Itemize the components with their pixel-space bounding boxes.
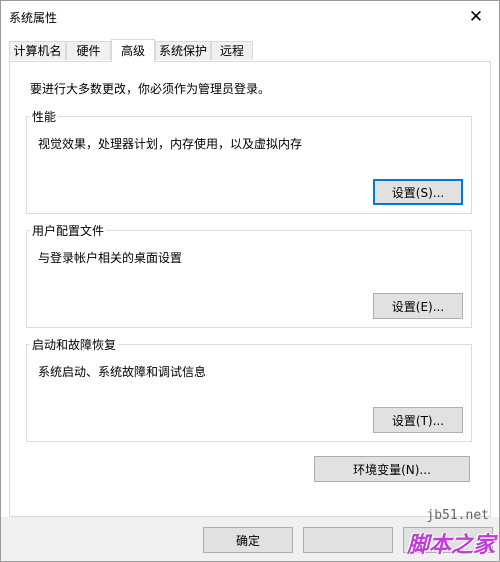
startup-recovery-description: 系统启动、系统故障和调试信息 [38, 365, 207, 379]
performance-group: 性能 视觉效果，处理器计划，内存使用，以及虚拟内存 设置(S)... [26, 108, 472, 214]
performance-description: 视觉效果，处理器计划，内存使用，以及虚拟内存 [38, 137, 303, 151]
startup-recovery-group-title: 启动和故障恢复 [30, 336, 119, 353]
environment-variables-button[interactable]: 环境变量(N)... [314, 456, 470, 482]
tab-system-protection[interactable]: 系统保护 [155, 41, 211, 60]
ok-button[interactable]: 确定 [203, 527, 293, 553]
performance-settings-button[interactable]: 设置(S)... [373, 179, 463, 205]
tab-computer-name[interactable]: 计算机名 [9, 41, 66, 60]
user-profiles-group: 用户配置文件 与登录帐户相关的桌面设置 设置(E)... [26, 222, 472, 328]
tab-advanced[interactable]: 高级 [111, 39, 155, 62]
performance-group-title: 性能 [30, 108, 59, 125]
advanced-tab-panel: 要进行大多数更改，你必须作为管理员登录。 性能 视觉效果，处理器计划，内存使用，… [9, 61, 491, 517]
user-profiles-description: 与登录帐户相关的桌面设置 [38, 251, 183, 265]
startup-recovery-group: 启动和故障恢复 系统启动、系统故障和调试信息 设置(T)... [26, 336, 472, 442]
close-icon[interactable]: ✕ [453, 1, 499, 32]
system-properties-window: 系统属性 ✕ 计算机名 硬件 高级 系统保护 远程 要进行大多数更改，你必须作为… [0, 0, 500, 562]
title-bar[interactable]: 系统属性 ✕ [1, 1, 499, 32]
window-title: 系统属性 [9, 11, 58, 25]
user-profiles-settings-button[interactable]: 设置(E)... [373, 293, 463, 319]
tab-hardware[interactable]: 硬件 [66, 41, 111, 60]
admin-notice: 要进行大多数更改，你必须作为管理员登录。 [30, 82, 271, 96]
tab-remote[interactable]: 远程 [211, 41, 253, 60]
tab-strip: 计算机名 硬件 高级 系统保护 远程 [9, 39, 491, 62]
user-profiles-group-title: 用户配置文件 [30, 222, 107, 239]
startup-recovery-settings-button[interactable]: 设置(T)... [373, 407, 463, 433]
apply-button[interactable] [403, 527, 493, 553]
dialog-button-bar: 确定 [1, 517, 499, 561]
cancel-button[interactable] [303, 527, 393, 553]
